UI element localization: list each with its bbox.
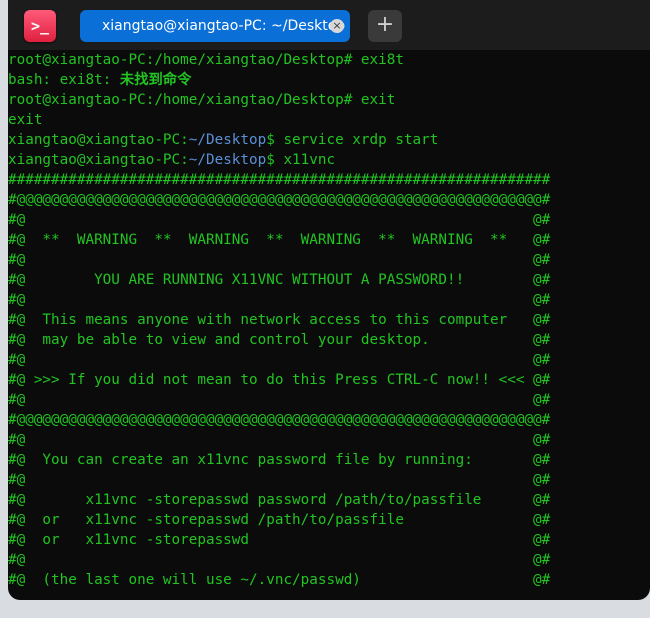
terminal-text: #@ @# bbox=[8, 472, 551, 488]
terminal-line: #@ @# bbox=[8, 210, 650, 230]
terminal-line: root@xiangtao-PC:/home/xiangtao/Desktop#… bbox=[8, 90, 650, 110]
terminal-text: xiangtao@xiangtao-PC: bbox=[8, 132, 189, 148]
terminal-line: #@ @# bbox=[8, 250, 650, 270]
terminal-line: #@ or x11vnc -storepasswd @# bbox=[8, 530, 650, 550]
terminal-line: #@@@@@@@@@@@@@@@@@@@@@@@@@@@@@@@@@@@@@@@… bbox=[8, 190, 650, 210]
terminal-line: bash: exi8t: 未找到命令 bbox=[8, 70, 650, 90]
terminal-line: #@ You can create an x11vnc password fil… bbox=[8, 450, 650, 470]
tab-title: xiangtao@xiangtao-PC: ~/Desktop bbox=[102, 18, 346, 34]
terminal-text: #@ @# bbox=[8, 552, 551, 568]
terminal-line: xiangtao@xiangtao-PC:~/Desktop$ service … bbox=[8, 130, 650, 150]
terminal-text: #@ ** WARNING ** WARNING ** WARNING ** W… bbox=[8, 232, 551, 248]
terminal-text: root@xiangtao-PC:/home/xiangtao/Desktop#… bbox=[8, 52, 404, 68]
terminal-output[interactable]: root@xiangtao-PC:/home/xiangtao/Desktop#… bbox=[8, 50, 650, 600]
terminal-line: #@@@@@@@@@@@@@@@@@@@@@@@@@@@@@@@@@@@@@@@… bbox=[8, 410, 650, 430]
terminal-text: #@@@@@@@@@@@@@@@@@@@@@@@@@@@@@@@@@@@@@@@… bbox=[8, 192, 551, 208]
terminal-text: ~/Desktop bbox=[188, 132, 267, 148]
terminal-text: #@@@@@@@@@@@@@@@@@@@@@@@@@@@@@@@@@@@@@@@… bbox=[8, 412, 551, 428]
terminal-text: $ x11vnc bbox=[266, 152, 336, 168]
terminal-text: #@ or x11vnc -storepasswd @# bbox=[8, 532, 551, 548]
terminal-text: #@ x11vnc -storepasswd password /path/to… bbox=[8, 492, 551, 508]
terminal-line: #@ @# bbox=[8, 290, 650, 310]
terminal-text: root@xiangtao-PC:/home/xiangtao/Desktop#… bbox=[8, 92, 396, 108]
tab-terminal-session[interactable]: xiangtao@xiangtao-PC: ~/Desktop × bbox=[80, 10, 350, 42]
terminal-line: ########################################… bbox=[8, 170, 650, 190]
terminal-line: #@ or x11vnc -storepasswd /path/to/passf… bbox=[8, 510, 650, 530]
terminal-line: #@ @# bbox=[8, 470, 650, 490]
terminal-text: #@ @# bbox=[8, 212, 551, 228]
terminal-text: #@ @# bbox=[8, 292, 551, 308]
terminal-line: root@xiangtao-PC:/home/xiangtao/Desktop#… bbox=[8, 50, 650, 70]
new-tab-button[interactable]: + bbox=[368, 10, 402, 42]
terminal-line: #@ YOU ARE RUNNING X11VNC WITHOUT A PASS… bbox=[8, 270, 650, 290]
terminal-text: #@ >>> If you did not mean to do this Pr… bbox=[8, 372, 551, 388]
terminal-text: bash: exi8t: bbox=[8, 72, 120, 88]
terminal-window: >_ xiangtao@xiangtao-PC: ~/Desktop × + r… bbox=[8, 0, 650, 600]
terminal-text: #@ @# bbox=[8, 432, 551, 448]
terminal-line: #@ @# bbox=[8, 430, 650, 450]
terminal-text: ~/Desktop bbox=[188, 152, 267, 168]
terminal-line: #@ (the last one will use ~/.vnc/passwd)… bbox=[8, 570, 650, 590]
terminal-text: #@ @# bbox=[8, 252, 551, 268]
terminal-line: #@ ** WARNING ** WARNING ** WARNING ** W… bbox=[8, 230, 650, 250]
terminal-text: xiangtao@xiangtao-PC: bbox=[8, 152, 189, 168]
terminal-line: #@ x11vnc -storepasswd password /path/to… bbox=[8, 490, 650, 510]
terminal-text: $ service xrdp start bbox=[266, 132, 439, 148]
close-icon[interactable]: × bbox=[330, 19, 344, 33]
terminal-line: #@ @# bbox=[8, 390, 650, 410]
terminal-line: xiangtao@xiangtao-PC:~/Desktop$ x11vnc bbox=[8, 150, 650, 170]
terminal-text: #@ YOU ARE RUNNING X11VNC WITHOUT A PASS… bbox=[8, 272, 551, 288]
terminal-text: #@ You can create an x11vnc password fil… bbox=[8, 452, 551, 468]
terminal-app-icon[interactable]: >_ bbox=[24, 10, 56, 42]
terminal-text: ########################################… bbox=[8, 172, 551, 188]
terminal-line: exit bbox=[8, 110, 650, 130]
terminal-line: #@ may be able to view and control your … bbox=[8, 330, 650, 350]
terminal-line: #@ This means anyone with network access… bbox=[8, 310, 650, 330]
terminal-line: #@ @# bbox=[8, 550, 650, 570]
terminal-text: #@ (the last one will use ~/.vnc/passwd)… bbox=[8, 572, 551, 588]
terminal-line: #@ >>> If you did not mean to do this Pr… bbox=[8, 370, 650, 390]
terminal-text: 未找到命令 bbox=[119, 72, 192, 88]
terminal-text: #@ @# bbox=[8, 352, 551, 368]
terminal-text: #@ may be able to view and control your … bbox=[8, 332, 551, 348]
terminal-text: #@ or x11vnc -storepasswd /path/to/passf… bbox=[8, 512, 551, 528]
title-bar: >_ xiangtao@xiangtao-PC: ~/Desktop × + bbox=[8, 0, 650, 50]
terminal-text: #@ @# bbox=[8, 392, 551, 408]
terminal-text: exit bbox=[8, 112, 43, 128]
terminal-text: #@ This means anyone with network access… bbox=[8, 312, 551, 328]
terminal-line: #@ @# bbox=[8, 350, 650, 370]
